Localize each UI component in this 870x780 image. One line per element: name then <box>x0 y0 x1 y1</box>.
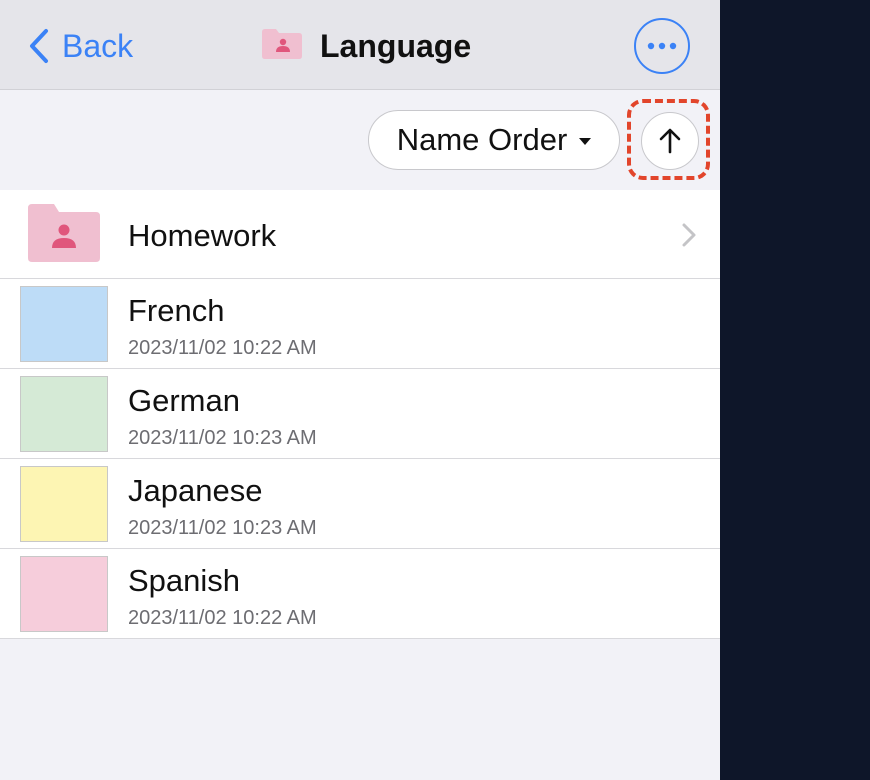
file-list: Homework French 2023/11/02 10:22 AM Germ… <box>0 190 720 639</box>
list-item-french[interactable]: French 2023/11/02 10:22 AM <box>0 279 720 369</box>
item-name: Japanese <box>128 473 263 508</box>
item-date: 2023/11/02 10:23 AM <box>128 517 317 539</box>
item-date: 2023/11/02 10:22 AM <box>128 337 317 359</box>
chevron-left-icon <box>28 24 54 68</box>
sort-direction-button[interactable] <box>641 112 699 170</box>
list-item-japanese[interactable]: Japanese 2023/11/02 10:23 AM <box>0 459 720 549</box>
side-dark-panel <box>720 0 870 780</box>
item-date: 2023/11/02 10:22 AM <box>128 607 317 629</box>
notebook-thumbnail <box>20 286 108 362</box>
item-name: German <box>128 383 240 418</box>
shared-folder-icon <box>28 204 100 267</box>
sort-order-dropdown[interactable]: Name Order <box>368 110 620 170</box>
sort-bar: Name Order <box>0 90 720 190</box>
nav-header: Back Language <box>0 0 720 90</box>
ellipsis-icon <box>647 42 677 50</box>
notebook-thumbnail <box>20 466 108 542</box>
title-group: Language <box>262 24 471 68</box>
back-label: Back <box>62 27 134 64</box>
page-title: Language <box>320 27 472 64</box>
arrow-up-icon <box>659 128 681 154</box>
item-name: Homework <box>128 218 277 253</box>
list-item-homework[interactable]: Homework <box>0 190 720 279</box>
app-panel: Back Language Name Order Homework French… <box>0 0 720 780</box>
back-button[interactable]: Back <box>28 24 133 68</box>
notebook-thumbnail <box>20 556 108 632</box>
shared-folder-icon <box>262 28 302 64</box>
caret-down-icon <box>579 137 592 145</box>
item-date: 2023/11/02 10:23 AM <box>128 427 317 449</box>
item-name: Spanish <box>128 563 241 598</box>
notebook-thumbnail <box>20 376 108 452</box>
list-item-german[interactable]: German 2023/11/02 10:23 AM <box>0 369 720 459</box>
item-name: French <box>128 293 225 328</box>
chevron-right-icon <box>680 222 698 248</box>
more-options-button[interactable] <box>634 18 690 74</box>
sort-order-label: Name Order <box>396 122 568 157</box>
list-item-spanish[interactable]: Spanish 2023/11/02 10:22 AM <box>0 549 720 639</box>
